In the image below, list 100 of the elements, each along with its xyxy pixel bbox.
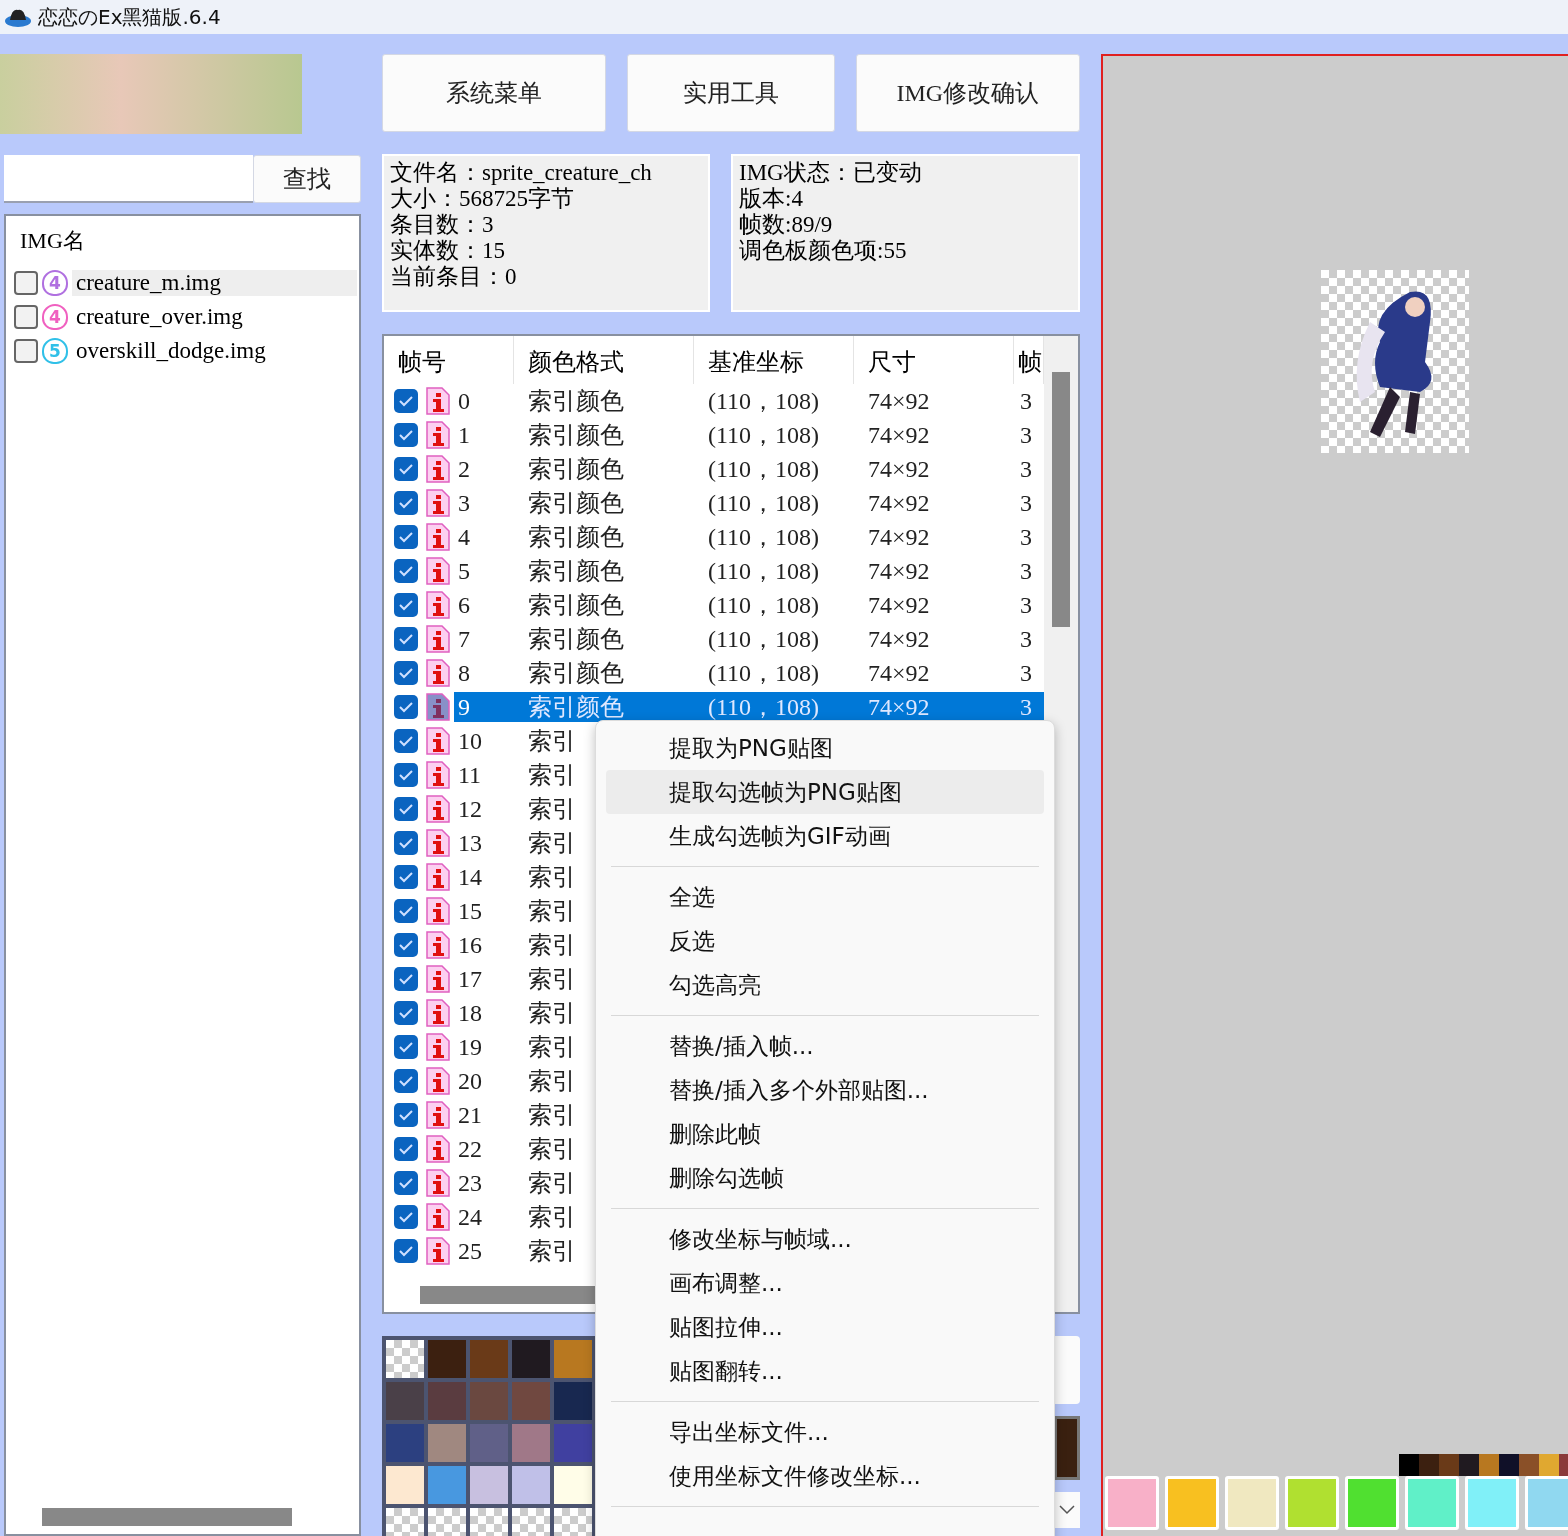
checkbox[interactable]: [394, 389, 418, 413]
checkbox[interactable]: [394, 933, 418, 957]
tool-button[interactable]: [1345, 1476, 1399, 1530]
checkbox[interactable]: [394, 1137, 418, 1161]
transparent-swatch[interactable]: [554, 1508, 592, 1536]
column-header[interactable]: 基准坐标: [694, 336, 854, 384]
row-highlight[interactable]: 25: [454, 1236, 514, 1266]
checkbox[interactable]: [394, 831, 418, 855]
checkbox[interactable]: [394, 865, 418, 889]
color-swatch[interactable]: [1519, 1454, 1539, 1476]
color-swatch[interactable]: [1399, 1454, 1419, 1476]
color-swatch[interactable]: [512, 1382, 550, 1420]
toolbar-button[interactable]: 系统菜单: [382, 54, 607, 132]
checkbox[interactable]: [14, 271, 38, 295]
menu-item[interactable]: 删除此帧: [606, 1112, 1044, 1156]
menu-item[interactable]: 修改坐标与帧域...: [606, 1217, 1044, 1261]
checkbox[interactable]: [394, 1035, 418, 1059]
row-highlight[interactable]: 4: [454, 522, 514, 552]
row-highlight[interactable]: 16: [454, 930, 514, 960]
scrollbar-thumb[interactable]: [1052, 372, 1070, 627]
tool-button[interactable]: [1525, 1476, 1568, 1530]
row-highlight[interactable]: 17: [454, 964, 514, 994]
checkbox[interactable]: [394, 593, 418, 617]
menu-item[interactable]: 使用坐标文件修改坐标...: [606, 1454, 1044, 1498]
row-highlight[interactable]: 22: [454, 1134, 514, 1164]
row-highlight[interactable]: 19: [454, 1032, 514, 1062]
color-swatch[interactable]: [554, 1382, 592, 1420]
color-swatch[interactable]: [386, 1424, 424, 1462]
scrollbar-thumb[interactable]: [42, 1508, 292, 1526]
color-swatch[interactable]: [1419, 1454, 1439, 1476]
row-highlight[interactable]: 1: [454, 420, 514, 450]
row-highlight[interactable]: 23: [454, 1168, 514, 1198]
transparent-swatch[interactable]: [428, 1508, 466, 1536]
color-swatch[interactable]: [512, 1424, 550, 1462]
color-swatch[interactable]: [386, 1382, 424, 1420]
checkbox[interactable]: [394, 627, 418, 651]
color-swatch[interactable]: [428, 1340, 466, 1378]
column-header[interactable]: 颜色格式: [514, 336, 694, 384]
color-swatch[interactable]: [386, 1466, 424, 1504]
dropdown-button[interactable]: [1054, 1492, 1080, 1528]
color-swatch[interactable]: [554, 1340, 592, 1378]
row-highlight[interactable]: 12: [454, 794, 514, 824]
checkbox[interactable]: [394, 661, 418, 685]
row-highlight[interactable]: 14: [454, 862, 514, 892]
color-swatch[interactable]: [512, 1466, 550, 1504]
menu-item[interactable]: 提取为PNG贴图: [606, 726, 1044, 770]
search-field[interactable]: [4, 155, 253, 203]
color-swatch[interactable]: [512, 1340, 550, 1378]
tool-button[interactable]: [1165, 1476, 1219, 1530]
color-swatch[interactable]: [470, 1382, 508, 1420]
checkbox[interactable]: [14, 339, 38, 363]
color-swatch[interactable]: [1499, 1454, 1519, 1476]
tool-button[interactable]: [1405, 1476, 1459, 1530]
menu-item[interactable]: 贴图翻转...: [606, 1349, 1044, 1393]
row-highlight[interactable]: 10: [454, 726, 514, 756]
color-swatch[interactable]: [470, 1466, 508, 1504]
transparent-swatch[interactable]: [386, 1340, 424, 1378]
checkbox[interactable]: [394, 763, 418, 787]
menu-item[interactable]: 画布调整...: [606, 1261, 1044, 1305]
checkbox[interactable]: [394, 967, 418, 991]
color-swatch[interactable]: [1539, 1454, 1559, 1476]
checkbox[interactable]: [394, 797, 418, 821]
menu-item[interactable]: 生成勾选帧为GIF动画: [606, 814, 1044, 858]
checkbox[interactable]: [394, 729, 418, 753]
column-header[interactable]: 尺寸: [854, 336, 1014, 384]
checkbox[interactable]: [14, 305, 38, 329]
checkbox[interactable]: [394, 899, 418, 923]
toolbar-button[interactable]: 实用工具: [627, 54, 835, 132]
menu-item[interactable]: 贴图拉伸...: [606, 1305, 1044, 1349]
row-highlight[interactable]: 2: [454, 454, 514, 484]
checkbox[interactable]: [394, 1239, 418, 1263]
checkbox[interactable]: [394, 457, 418, 481]
color-swatch[interactable]: [1479, 1454, 1499, 1476]
img-list-item[interactable]: creature_over.img: [72, 304, 357, 330]
checkbox[interactable]: [394, 1205, 418, 1229]
row-highlight[interactable]: 21: [454, 1100, 514, 1130]
transparent-swatch[interactable]: [386, 1508, 424, 1536]
checkbox[interactable]: [394, 559, 418, 583]
color-swatch[interactable]: [1439, 1454, 1459, 1476]
checkbox[interactable]: [394, 1171, 418, 1195]
img-list-item[interactable]: creature_m.img: [72, 270, 357, 296]
color-swatch[interactable]: [554, 1466, 592, 1504]
color-swatch[interactable]: [470, 1340, 508, 1378]
row-highlight[interactable]: 18: [454, 998, 514, 1028]
tool-button[interactable]: [1285, 1476, 1339, 1530]
row-highlight[interactable]: 15: [454, 896, 514, 926]
menu-item[interactable]: 替换/插入多个外部贴图...: [606, 1068, 1044, 1112]
color-swatch[interactable]: [1459, 1454, 1479, 1476]
row-highlight[interactable]: 11: [454, 760, 514, 790]
checkbox[interactable]: [394, 695, 418, 719]
color-swatch[interactable]: [470, 1424, 508, 1462]
row-highlight[interactable]: 24: [454, 1202, 514, 1232]
checkbox[interactable]: [394, 525, 418, 549]
row-highlight[interactable]: 6: [454, 590, 514, 620]
row-highlight[interactable]: 7: [454, 624, 514, 654]
menu-item[interactable]: 删除勾选帧: [606, 1156, 1044, 1200]
img-list-item[interactable]: overskill_dodge.img: [72, 338, 357, 364]
menu-item[interactable]: 提取勾选帧为PNG贴图: [606, 770, 1044, 814]
menu-item[interactable]: 导出坐标文件...: [606, 1410, 1044, 1454]
menu-item[interactable]: 勾选高亮: [606, 963, 1044, 1007]
